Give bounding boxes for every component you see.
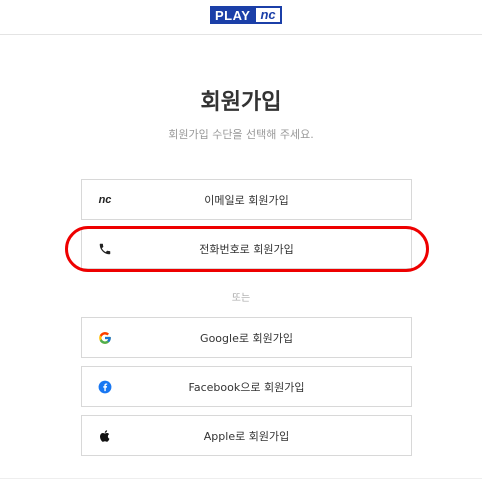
facebook-signup-button[interactable]: Facebook으로 회원가입 <box>81 366 412 407</box>
apple-signup-label: Apple로 회원가입 <box>203 429 290 443</box>
page-title: 회원가입 <box>200 90 282 115</box>
phone-icon <box>96 240 114 258</box>
phone-signup-button[interactable]: 전화번호로 회원가입 <box>81 228 412 269</box>
email-signup-label: 이메일로 회원가입 <box>204 193 289 207</box>
logo-play-text: PLAY <box>210 6 255 24</box>
bottom-divider <box>0 478 482 479</box>
google-signup-label: Google로 회원가입 <box>200 331 293 345</box>
plaync-logo[interactable]: PLAY nc <box>210 6 282 24</box>
google-icon <box>96 329 114 347</box>
google-signup-button[interactable]: Google로 회원가입 <box>81 317 412 358</box>
apple-icon <box>96 427 114 445</box>
nc-icon-text: nc <box>98 194 112 206</box>
top-header: PLAY nc <box>0 0 482 35</box>
apple-signup-button[interactable]: Apple로 회원가입 <box>81 415 412 456</box>
or-divider: 또는 <box>231 293 251 304</box>
phone-signup-label: 전화번호로 회원가입 <box>199 242 294 256</box>
logo-nc-text: nc <box>254 6 282 24</box>
page-subtitle: 회원가입 수단을 선택해 주세요. <box>168 128 314 141</box>
facebook-icon <box>96 378 114 396</box>
email-signup-button[interactable]: nc 이메일로 회원가입 <box>81 179 412 220</box>
facebook-signup-label: Facebook으로 회원가입 <box>188 380 305 394</box>
nc-icon: nc <box>96 191 114 209</box>
